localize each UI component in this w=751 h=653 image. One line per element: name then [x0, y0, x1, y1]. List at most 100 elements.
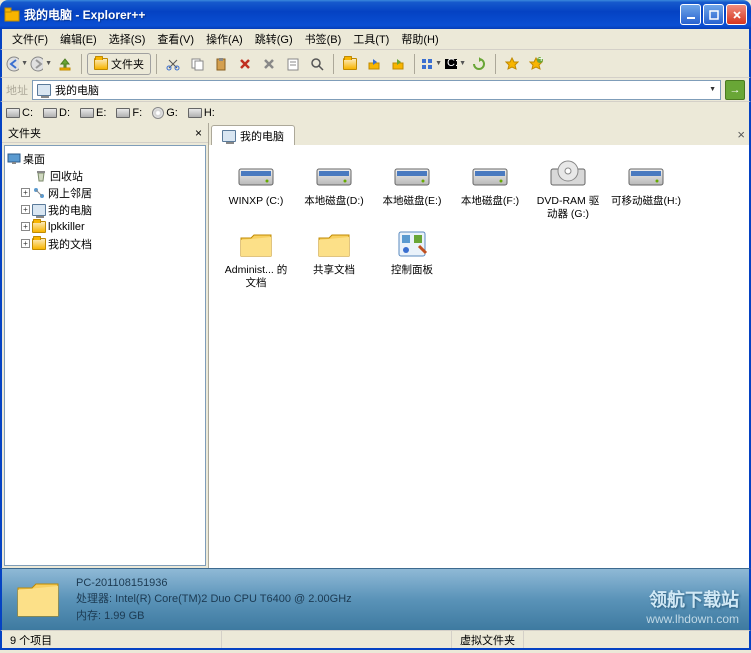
tab-close[interactable]: × [737, 127, 745, 142]
refresh-button[interactable] [468, 53, 490, 75]
info-cpu: 处理器: Intel(R) Core(TM)2 Duo CPU T6400 @ … [76, 591, 352, 608]
tree-mydocs[interactable]: +我的文档 [7, 235, 203, 252]
menu-bookmark[interactable]: 书签(B) [299, 29, 348, 49]
copyto-button[interactable] [363, 53, 385, 75]
info-panel: PC-201108151936 处理器: Intel(R) Core(TM)2 … [0, 568, 751, 630]
file-item-7[interactable]: 共享文档 [299, 226, 369, 289]
file-label: DVD-RAM 驱动器 (G:) [533, 195, 603, 220]
expand-icon[interactable]: + [21, 239, 30, 248]
copy-button[interactable] [186, 53, 208, 75]
paste-button[interactable] [210, 53, 232, 75]
bookmark-button[interactable] [501, 53, 523, 75]
drive-icon [469, 157, 511, 193]
tree-lpkkiller[interactable]: +lpkkiller [7, 218, 203, 235]
expand-icon[interactable]: + [21, 205, 30, 214]
status-empty [222, 631, 452, 648]
folder-large-icon [14, 576, 62, 624]
file-item-2[interactable]: 本地磁盘(E:) [377, 157, 447, 220]
info-pcname: PC-201108151936 [76, 575, 352, 592]
menu-action[interactable]: 操作(A) [200, 29, 249, 49]
file-item-8[interactable]: 控制面板 [377, 226, 447, 289]
folder-icon [94, 58, 108, 70]
tree-recyclebin[interactable]: 回收站 [7, 167, 203, 184]
drive-f[interactable]: F: [116, 107, 142, 119]
address-bar: 地址 我的电脑 ▼ → [0, 77, 751, 101]
window-title: 我的电脑 - Explorer++ [24, 6, 680, 23]
file-grid[interactable]: WINXP (C:) 本地磁盘(D:) 本地磁盘(E:) 本地磁盘(F:) DVD-RA… [209, 145, 749, 568]
expand-icon[interactable]: + [21, 222, 30, 231]
cpanel-icon [391, 226, 433, 262]
sidebar: 文件夹 × 桌面 回收站 +网上邻居 +我的电脑 +lpkkiller +我的文… [2, 123, 209, 568]
delete2-button[interactable] [258, 53, 280, 75]
menu-select[interactable]: 选择(S) [103, 29, 152, 49]
file-item-5[interactable]: 可移动磁盘(H:) [611, 157, 681, 220]
address-dropdown[interactable]: ▼ [709, 86, 716, 93]
file-label: 本地磁盘(D:) [304, 195, 364, 208]
file-item-4[interactable]: DVD-RAM 驱动器 (G:) [533, 157, 603, 220]
folders-button[interactable]: 文件夹 [87, 53, 151, 75]
file-item-1[interactable]: 本地磁盘(D:) [299, 157, 369, 220]
cut-button[interactable] [162, 53, 184, 75]
toolbar: ▼ ▼ 文件夹 ▼ C:\▼ + [0, 49, 751, 77]
drive-d[interactable]: D: [43, 107, 70, 119]
menu-help[interactable]: 帮助(H) [395, 29, 444, 49]
file-label: Administ... 的文档 [221, 264, 291, 289]
menu-edit[interactable]: 编辑(E) [54, 29, 103, 49]
titlebar: 我的电脑 - Explorer++ [0, 0, 751, 29]
maximize-button[interactable] [703, 4, 724, 25]
tree-network[interactable]: +网上邻居 [7, 184, 203, 201]
drive-g[interactable]: G: [152, 107, 178, 119]
close-button[interactable] [726, 4, 747, 25]
newfolder-button[interactable] [339, 53, 361, 75]
back-button[interactable]: ▼ [6, 53, 28, 75]
menu-view[interactable]: 查看(V) [151, 29, 200, 49]
menubar: 文件(F) 编辑(E) 选择(S) 查看(V) 操作(A) 跳转(G) 书签(B… [0, 29, 751, 49]
desktop-icon [7, 152, 21, 166]
moveto-button[interactable] [387, 53, 409, 75]
computer-icon [222, 130, 236, 142]
drive-icon [188, 108, 202, 118]
minimize-button[interactable] [680, 4, 701, 25]
content-area: 我的电脑 × WINXP (C:) 本地磁盘(D:) 本地磁盘(E:) 本地磁盘(F:… [209, 123, 749, 568]
forward-button[interactable]: ▼ [30, 53, 52, 75]
info-memory: 内存: 1.99 GB [76, 608, 352, 625]
up-button[interactable] [54, 53, 76, 75]
network-icon [32, 186, 46, 200]
info-text: PC-201108151936 处理器: Intel(R) Core(TM)2 … [76, 575, 352, 625]
sidebar-header: 文件夹 × [2, 123, 208, 143]
addbookmark-button[interactable]: + [525, 53, 547, 75]
cmd-button[interactable]: C:\▼ [444, 53, 466, 75]
delete-button[interactable] [234, 53, 256, 75]
address-value: 我的电脑 [55, 82, 705, 98]
drive-icon [43, 108, 57, 118]
expand-icon[interactable]: + [21, 188, 30, 197]
folder-tree[interactable]: 桌面 回收站 +网上邻居 +我的电脑 +lpkkiller +我的文档 [4, 145, 206, 566]
file-label: 可移动磁盘(H:) [611, 195, 681, 208]
folder-icon [235, 226, 277, 262]
file-label: 共享文档 [313, 264, 355, 277]
file-item-0[interactable]: WINXP (C:) [221, 157, 291, 220]
sidebar-close[interactable]: × [195, 126, 202, 140]
views-button[interactable]: ▼ [420, 53, 442, 75]
drive-icon [391, 157, 433, 193]
drive-e[interactable]: E: [80, 107, 106, 119]
drive-c[interactable]: C: [6, 107, 33, 119]
address-input[interactable]: 我的电脑 ▼ [32, 80, 721, 100]
tab-mycomputer[interactable]: 我的电脑 [211, 125, 295, 145]
drive-icon [116, 108, 130, 118]
file-item-6[interactable]: Administ... 的文档 [221, 226, 291, 289]
drive-h[interactable]: H: [188, 107, 215, 119]
menu-goto[interactable]: 跳转(G) [249, 29, 299, 49]
properties-button[interactable] [282, 53, 304, 75]
search-button[interactable] [306, 53, 328, 75]
tree-desktop[interactable]: 桌面 [7, 150, 203, 167]
file-label: 本地磁盘(F:) [461, 195, 519, 208]
menu-file[interactable]: 文件(F) [6, 29, 54, 49]
tree-mycomputer[interactable]: +我的电脑 [7, 201, 203, 218]
menu-tools[interactable]: 工具(T) [347, 29, 395, 49]
go-button[interactable]: → [725, 80, 745, 100]
folder-icon [32, 238, 46, 250]
file-item-3[interactable]: 本地磁盘(F:) [455, 157, 525, 220]
folder-icon [313, 226, 355, 262]
file-label: WINXP (C:) [229, 195, 284, 208]
